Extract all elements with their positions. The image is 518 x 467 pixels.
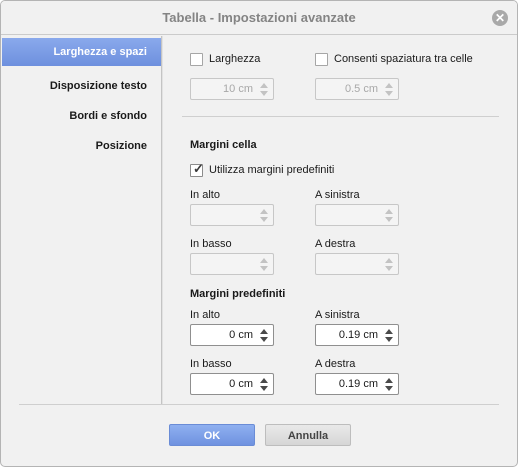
spin-down-icon[interactable]	[385, 91, 393, 96]
cell-margin-bottom-label: In basso	[190, 238, 232, 250]
cell-margin-left-stepper[interactable]	[315, 204, 399, 226]
footer-divider	[19, 404, 499, 405]
sidebar-divider	[161, 36, 163, 404]
default-margin-bottom-label: In basso	[190, 358, 232, 370]
cancel-button[interactable]: Annulla	[265, 424, 351, 446]
spin-up-icon[interactable]	[260, 258, 268, 263]
sidebar-item-width-spacing[interactable]: Larghezza e spazi	[2, 38, 161, 66]
spin-up-icon[interactable]	[385, 378, 393, 383]
use-default-margins-checkbox[interactable]: ✓	[190, 161, 204, 177]
cell-margin-bottom-stepper[interactable]	[190, 253, 274, 275]
width-value: 10 cm	[223, 83, 253, 95]
sidebar: Larghezza e spazi Disposizione testo Bor…	[1, 36, 161, 404]
default-margin-top-label: In alto	[190, 309, 220, 321]
spin-up-icon[interactable]	[260, 209, 268, 214]
default-margin-bottom-stepper[interactable]: 0 cm	[190, 373, 274, 395]
spin-up-icon[interactable]	[385, 209, 393, 214]
cell-margin-top-stepper[interactable]	[190, 204, 274, 226]
spin-up-icon[interactable]	[260, 83, 268, 88]
spin-down-icon[interactable]	[260, 337, 268, 342]
close-icon[interactable]: ✕	[492, 10, 508, 26]
spin-up-icon[interactable]	[260, 329, 268, 334]
sidebar-item-position[interactable]: Posizione	[96, 132, 147, 160]
spin-down-icon[interactable]	[260, 266, 268, 271]
spin-up-icon[interactable]	[260, 378, 268, 383]
title-bar[interactable]: Tabella - Impostazioni avanzate ✕	[1, 1, 517, 35]
spin-down-icon[interactable]	[260, 217, 268, 222]
default-margin-right-value: 0.19 cm	[338, 378, 378, 390]
width-label: Larghezza	[209, 53, 261, 65]
spin-up-icon[interactable]	[385, 83, 393, 88]
settings-panel: Larghezza Consenti spaziatura tra celle …	[164, 36, 517, 404]
ok-button[interactable]: OK	[169, 424, 255, 446]
default-margin-left-label: A sinistra	[315, 309, 360, 321]
spin-up-icon[interactable]	[385, 258, 393, 263]
spin-down-icon[interactable]	[385, 386, 393, 391]
cell-margin-left-label: A sinistra	[315, 189, 360, 201]
cell-spacing-label: Consenti spaziatura tra celle	[334, 53, 473, 65]
dialog-window: Tabella - Impostazioni avanzate ✕ Larghe…	[0, 0, 518, 467]
width-stepper[interactable]: 10 cm	[190, 78, 274, 100]
cell-margin-right-stepper[interactable]	[315, 253, 399, 275]
default-margin-bottom-value: 0 cm	[229, 378, 253, 390]
default-margins-header: Margini predefiniti	[190, 288, 286, 300]
cell-spacing-checkbox[interactable]	[315, 53, 328, 66]
sidebar-item-text-wrapping[interactable]: Disposizione testo	[50, 72, 147, 100]
spin-down-icon[interactable]	[260, 386, 268, 391]
default-margin-right-label: A destra	[315, 358, 356, 370]
spin-down-icon[interactable]	[385, 217, 393, 222]
default-margin-top-value: 0 cm	[229, 329, 253, 341]
default-margin-top-stepper[interactable]: 0 cm	[190, 324, 274, 346]
checkmark-icon: ✓	[193, 161, 204, 176]
spin-up-icon[interactable]	[385, 329, 393, 334]
default-margin-right-stepper[interactable]: 0.19 cm	[315, 373, 399, 395]
use-default-margins-label: Utilizza margini predefiniti	[209, 164, 335, 176]
dialog-title: Tabella - Impostazioni avanzate	[162, 10, 356, 25]
width-checkbox[interactable]	[190, 53, 203, 66]
default-margin-left-stepper[interactable]: 0.19 cm	[315, 324, 399, 346]
spin-down-icon[interactable]	[260, 91, 268, 96]
cell-spacing-value: 0.5 cm	[344, 83, 378, 95]
section-divider	[182, 116, 499, 117]
cell-margin-top-label: In alto	[190, 189, 220, 201]
cell-margins-header: Margini cella	[190, 139, 257, 151]
default-margin-left-value: 0.19 cm	[338, 329, 378, 341]
cell-spacing-stepper[interactable]: 0.5 cm	[315, 78, 399, 100]
sidebar-item-borders-background[interactable]: Bordi e sfondo	[69, 102, 147, 130]
spin-down-icon[interactable]	[385, 266, 393, 271]
spin-down-icon[interactable]	[385, 337, 393, 342]
cell-margin-right-label: A destra	[315, 238, 356, 250]
